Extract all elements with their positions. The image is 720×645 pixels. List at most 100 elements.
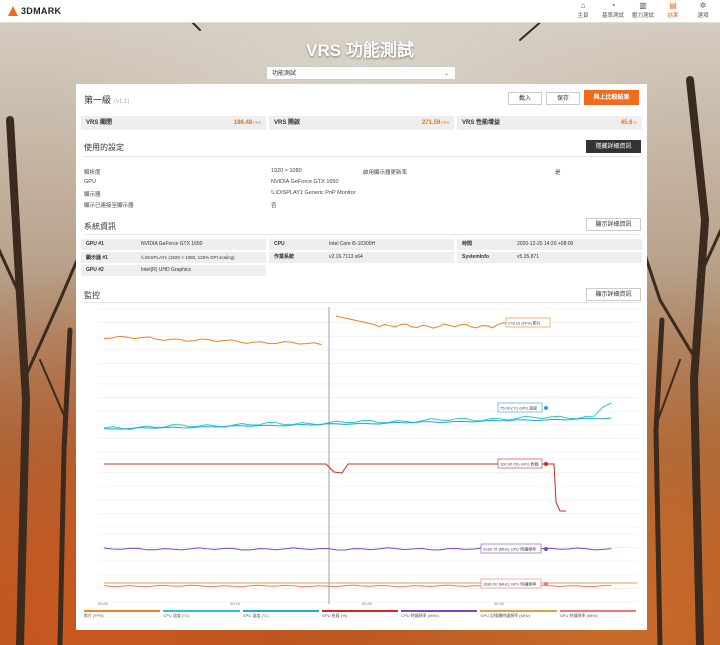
sysinfo-key: GPU #1 [86,241,104,247]
tooltip-text: 1680.00 (MHz) GPU 時鐘頻率 [483,580,536,586]
legend-item[interactable]: CPU 時鐘頻率 (MHz) [401,610,478,622]
legend-item[interactable]: CPU 溫度 (°C) [163,610,240,622]
tooltip-text: 4189.75 (MHz) CPU 時鐘頻率 [483,545,536,551]
sysinfo-item: 顯示器 #1 \\.\DISPLAY1 (1920 × 1080, 125% DP… [81,252,266,263]
hide-details-button[interactable]: 隱藏詳細資訊 [586,140,641,153]
nav-item-1[interactable]: ◔ 基準測試 [602,1,624,19]
nav-item-0[interactable]: ⌂ 主頁 [572,1,594,19]
result-heading: 第一級 (v1.1) [84,93,129,106]
sysinfo-item: GPU #1 NVIDIA GeForce GTX 1650 [81,239,266,250]
nav-label: 壓力測試 [632,13,655,19]
sysinfo-value: NVIDIA GeForce GTX 1650 [141,241,203,247]
nav-label: 主頁 [577,13,589,19]
sysinfo-item: 時間 2020-12-20 14:20 +08:00 [457,239,642,250]
setting-key: 解析度 [84,170,101,176]
tooltip-text: 100.00 (%) GPU 負載 [500,460,538,466]
app-logo-text: 3DMARK [21,6,62,16]
gpu-temp-line [103,417,612,430]
top-navigation-bar: 3DMARK ⌂ 主頁 ◔ 基準測試 ▥ 壓力測試 ▤ 結果 ✲ 選項 [0,0,720,23]
monitor-legend: 影片 (FPS) CPU 溫度 (°C) GPU 溫度 (°C) GPU 負載 (%)… [84,610,639,622]
test-select-dropdown[interactable]: 功能測試 ⌄ [266,66,456,80]
nav-label: 基準測試 [602,13,625,19]
nav-item-4[interactable]: ✲ 選項 [692,1,714,19]
setting-key: 顯示已連接至顯示器 [84,203,134,209]
sysinfo-value: v2.16.7113 s64 [329,254,363,260]
score-value: 186.48 [233,120,253,126]
monitoring-chart: 278.16 (FPS) 影片 75.00 (°C) GPU 溫度 100.00 (… [98,307,639,606]
score-unit: % [633,120,637,125]
legend-item[interactable]: GPU 記憶體時鐘頻率 (MHz) [480,610,557,622]
x-axis-tick: 00:10 [230,601,241,606]
sysinfo-key: 顯示器 #1 [86,255,108,261]
test-select-value: 功能測試 [272,71,297,77]
setting-value: 是 [555,170,561,176]
home-icon: ⌂ [580,1,586,10]
show-monitor-details-button[interactable]: 顯示詳細資訊 [586,288,641,301]
sysinfo-item: 作業系統 v2.16.7113 s64 [269,252,454,263]
setting-key: 顯示器 [84,192,101,198]
result-version: (v1.1) [114,99,130,105]
load-marker [544,462,548,466]
legend-item[interactable]: 影片 (FPS) [84,610,161,622]
save-button[interactable]: 保存 [546,92,580,105]
cpu-clock-marker [544,547,548,551]
result-panel: 第一級 (v1.1) 載入 保存 與上比較結果 VRS 關閉 186.48FPS … [76,84,647,630]
sysinfo-heading: 系統資訊 [84,222,116,231]
tooltip-text: 278.16 (FPS) 影片 [508,319,541,325]
divider [84,302,639,303]
legend-item[interactable]: GPU 負載 (%) [321,610,399,622]
divider [84,156,639,157]
setting-value: 1920 × 1080 [271,168,302,174]
gear-icon: ✲ [699,1,707,10]
stress-icon: ▥ [639,1,647,10]
score-label: VRS 開啟 [274,120,301,126]
sysinfo-key: 時間 [462,241,473,247]
benchmark-icon: ◔ [610,1,616,10]
show-sysinfo-details-button[interactable]: 顯示詳細資訊 [586,218,641,231]
score-unit: FPS [253,120,261,125]
fps-line [103,335,322,346]
sysinfo-item: SystemInfo v5.35.871 [457,252,642,263]
nav-item-2[interactable]: ▥ 壓力測試 [632,1,654,19]
page-title: VRS 功能測試 [306,41,414,60]
setting-value: \\.\DISPLAY1 Generic PnP Monitor [271,190,356,196]
setting-key: GPU [84,179,96,185]
legend-item[interactable]: GPU 溫度 (°C) [242,610,319,622]
score-label: VRS 關閉 [86,120,113,126]
sysinfo-key: SystemInfo [462,254,489,260]
sysinfo-value: 2020-12-20 14:20 +08:00 [517,241,574,247]
settings-heading: 使用的設定 [84,143,124,152]
nav-item-3[interactable]: ▤ 結果 [662,1,684,19]
chevron-down-icon: ⌄ [443,71,449,77]
setting-value: NVIDIA GeForce GTX 1650 [271,179,339,185]
gpu-load-line [104,463,566,512]
app-logo[interactable]: 3DMARK [8,6,61,16]
score-value: 45.6 [620,120,633,126]
sysinfo-item: GPU #2 Intel(R) UHD Graphics [81,265,266,276]
divider [84,234,639,235]
result-title: 第一級 [84,95,112,105]
x-axis-tick: 00:20 [362,601,373,606]
legend-item[interactable]: GPU 時鐘頻率 (MHz) [559,610,636,622]
sysinfo-key: 作業系統 [274,254,295,260]
nav-label: 選項 [697,13,709,19]
x-axis-tick: 00:00 [98,601,109,606]
score-unit: FPS [441,120,449,125]
main-nav: ⌂ 主頁 ◔ 基準測試 ▥ 壓力測試 ▤ 結果 ✲ 選項 [572,1,714,19]
sysinfo-value: Intel(R) UHD Graphics [141,267,192,273]
nav-label: 結果 [667,13,679,19]
score-vrs-off: VRS 關閉 186.48FPS [81,116,266,130]
gpu-clock-marker [544,582,548,586]
setting-key: 啟用顯示器更新率 [363,170,408,176]
results-icon: ▤ [669,1,677,10]
monitor-heading: 監控 [84,291,100,300]
tooltip-text: 75.00 (°C) GPU 溫度 [500,404,537,410]
load-button[interactable]: 載入 [508,92,542,105]
score-vrs-gain: VRS 性能增益 45.6% [457,116,642,130]
3dmark-logo-icon [8,6,18,16]
sysinfo-key: GPU #2 [86,267,104,273]
setting-value: 否 [271,203,277,209]
sysinfo-item: CPU Intel Core i5-10300H [269,239,454,250]
compare-results-button[interactable]: 與上比較結果 [584,90,639,105]
x-axis-tick: 00:30 [494,601,505,606]
